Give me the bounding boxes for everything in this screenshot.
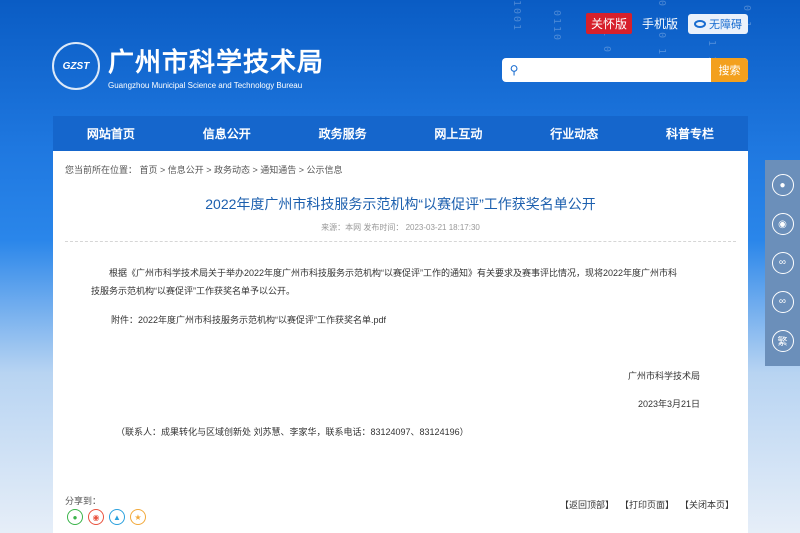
nav-item-science[interactable]: 科普专栏 xyxy=(632,116,748,151)
breadcrumb[interactable]: 您当前所在位置： 首页 > 信息公开 > 政务动态 > 通知通告 > 公示信息 xyxy=(65,163,343,176)
search-input[interactable] xyxy=(526,58,711,82)
share-icon[interactable]: ∞ xyxy=(771,290,794,313)
article-panel: 您当前所在位置： 首页 > 信息公开 > 政务动态 > 通知通告 > 公示信息 … xyxy=(53,151,748,533)
nav-item-info[interactable]: 信息公开 xyxy=(169,116,285,151)
divider xyxy=(65,241,736,242)
search-icon: ⚲ xyxy=(509,63,519,77)
eye-icon xyxy=(694,19,706,28)
mobile-version-link[interactable]: 手机版 xyxy=(642,15,678,32)
signature: 广州市科学技术局 xyxy=(627,371,700,381)
weibo-icon[interactable]: ◉ xyxy=(771,213,794,236)
close-page-link[interactable]: 【关闭本页】 xyxy=(680,498,734,511)
attachment-link[interactable]: 附件：2022年度广州市科技服务示范机构“以赛促评”工作获奖名单.pdf xyxy=(111,313,386,326)
search-box: ⚲ 搜索 xyxy=(502,58,748,82)
article-title: 2022年度广州市科技服务示范机构“以赛促评”工作获奖名单公开 xyxy=(205,196,596,212)
nav-item-services[interactable]: 政务服务 xyxy=(285,116,401,151)
qzone-icon[interactable]: ★ xyxy=(130,509,146,525)
site-name-en: Guangzhou Municipal Science and Technolo… xyxy=(108,81,303,90)
link-icon[interactable]: ∞ xyxy=(771,251,794,274)
wechat-icon[interactable]: ● xyxy=(771,174,794,197)
accessibility-button[interactable]: 无障碍 xyxy=(688,13,748,34)
care-mode-button[interactable]: 关怀版 xyxy=(585,13,632,34)
site-name-cn: 广州市科学技术局 xyxy=(108,47,325,77)
share-label: 分享到： xyxy=(65,496,102,506)
nav-item-home[interactable]: 网站首页 xyxy=(53,116,169,151)
top-utility-bar: 关怀版 手机版 无障碍 xyxy=(585,13,748,34)
signature-date: 2023年3月21日 xyxy=(637,399,700,409)
back-to-top-link[interactable]: 【返回顶部】 xyxy=(560,498,614,511)
weibo-icon[interactable]: ◉ xyxy=(88,509,104,525)
article-paragraph-cont: 技服务示范机构“以赛促评”工作获奖名单予以公开。 xyxy=(91,286,295,296)
page-actions: 【返回顶部】 【打印页面】 【关闭本页】 xyxy=(560,498,734,511)
share-icons: ● ◉ ▲ ★ xyxy=(67,509,146,525)
site-logo[interactable]: GZST 广州市科学技术局 Guangzhou Municipal Scienc… xyxy=(52,42,324,90)
logo-emblem: GZST xyxy=(52,42,100,90)
nav-item-industry[interactable]: 行业动态 xyxy=(516,116,632,151)
contact-info: （联系人：成果转化与区域创新处 刘苏慧、李家华，联系电话：83124097、83… xyxy=(116,427,469,437)
search-button[interactable]: 搜索 xyxy=(711,58,748,82)
print-page-link[interactable]: 【打印页面】 xyxy=(620,498,674,511)
nav-item-interaction[interactable]: 网上互动 xyxy=(400,116,516,151)
floating-share-bar: ● ◉ ∞ ∞ 繁 xyxy=(765,160,800,366)
traditional-chinese-toggle[interactable]: 繁 xyxy=(771,329,794,352)
qq-icon[interactable]: ▲ xyxy=(109,509,125,525)
accessibility-label: 无障碍 xyxy=(709,18,742,31)
article-paragraph: 根据《广州市科学技术局关于举办2022年度广州市科技服务示范机构“以赛促评”工作… xyxy=(109,268,678,278)
article-meta: 来源：本网 发布时间： 2023-03-21 18:17:30 xyxy=(321,223,480,232)
wechat-icon[interactable]: ● xyxy=(67,509,83,525)
main-nav: 网站首页 信息公开 政务服务 网上互动 行业动态 科普专栏 xyxy=(53,116,748,151)
